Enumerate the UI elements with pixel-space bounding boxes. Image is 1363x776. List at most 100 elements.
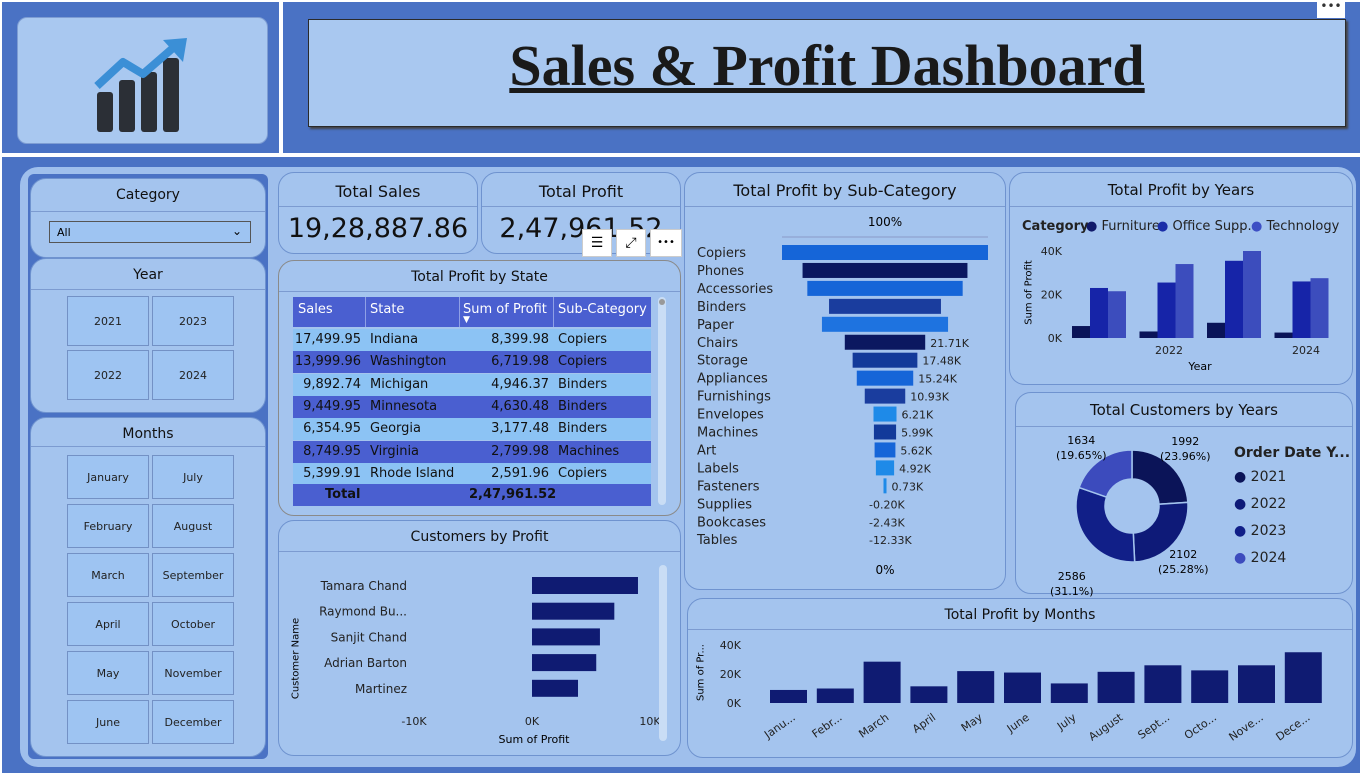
months-card: Total Profit by Months 40K 20K 0K Janu... Fe… [687,598,1353,758]
funnel-bar[interactable] [844,334,926,350]
category-slicer: Category All ⌄ [30,178,266,258]
years-bar[interactable] [1243,251,1261,338]
months-bar[interactable] [1191,670,1229,703]
donut-legend-item[interactable]: ● 2024 [1234,550,1286,566]
cell-state: Michigan [370,376,429,392]
months-bar[interactable] [770,689,807,703]
years-bar[interactable] [1175,264,1194,338]
month-april-button[interactable]: April [67,602,149,646]
month-october-button[interactable]: October [152,602,234,646]
donut-legend-item[interactable]: ● 2021 [1234,469,1286,485]
subcategory-label: Storage [697,354,748,369]
funnel-bar[interactable] [782,245,988,260]
years-bar[interactable] [1274,332,1293,338]
state-table-card: Total Profit by State Sales State Sum of… [278,260,681,516]
funnel-data-label: 6.21K [902,409,934,422]
months-bar[interactable] [1050,683,1088,703]
customers-scrollbar[interactable] [659,565,667,741]
months-bar[interactable] [1238,665,1275,703]
donut-label-2022: 2102 (25.28%) [1158,548,1209,576]
table-row[interactable]: 5,399.91 Rhode Island 2,591.96 Copiers [293,462,651,485]
months-bar[interactable] [957,671,995,703]
customer-bar[interactable] [532,577,638,594]
table-row[interactable]: 13,999.96 Washington 6,719.98 Copiers [293,351,651,374]
customer-bar[interactable] [532,602,615,620]
filter-icon[interactable]: ☰ [582,229,612,257]
cell-profit: 2,591.96 [491,465,549,481]
month-june-button[interactable]: June [67,700,149,744]
month-november-button[interactable]: November [152,651,234,695]
years-bar[interactable] [1139,331,1158,338]
funnel-bar[interactable] [873,406,897,422]
funnel-bar[interactable] [829,298,941,314]
funnel-bar[interactable] [807,280,963,296]
more-options-icon[interactable]: ••• [650,229,682,257]
months-x-tick: August [1086,710,1126,743]
month-december-button[interactable]: December [152,700,234,744]
months-bar[interactable] [1004,672,1041,703]
funnel-bar[interactable] [821,316,949,332]
years-bar[interactable] [1207,322,1225,338]
col-sub-category[interactable]: Sub-Category [558,302,647,317]
funnel-data-label: 5.99K [901,427,933,440]
months-bar[interactable] [863,661,901,703]
year-2023-button[interactable]: 2023 [152,296,234,346]
months-bar[interactable] [910,686,948,703]
funnel-bar[interactable] [802,262,968,278]
months-bar[interactable] [1144,665,1182,703]
funnel-bar[interactable] [864,388,906,404]
customers-profit-card: Customers by Profit Tamara Chand Raymond … [278,520,681,756]
col-sales[interactable]: Sales [298,302,333,317]
year-2022-button[interactable]: 2022 [67,350,149,400]
months-chart: 40K 20K 0K Janu... Febr... March April May June J… [720,639,1322,744]
month-february-button[interactable]: February [67,504,149,548]
years-bar[interactable] [1310,278,1329,338]
customer-x-tick: 0K [525,715,540,728]
focus-mode-icon[interactable]: ⤢ [616,229,646,257]
months-bar[interactable] [1284,652,1322,703]
table-row[interactable]: 6,354.95 Georgia 3,177.48 Binders [293,418,651,441]
months-bar[interactable] [816,688,854,704]
years-bar[interactable] [1072,326,1090,338]
funnel-bar[interactable] [883,478,887,494]
donut-slice[interactable] [1075,486,1136,563]
years-bar[interactable] [1292,281,1311,338]
years-bar[interactable] [1090,287,1108,338]
funnel-data-label: -12.33K [869,534,912,547]
customer-bar[interactable] [532,654,597,672]
table-scrollbar[interactable] [658,297,666,505]
years-bar[interactable] [1108,291,1126,338]
cell-state: Rhode Island [370,465,455,481]
table-row[interactable]: 9,449.95 Minnesota 4,630.48 Binders [293,395,651,418]
month-september-button[interactable]: September [152,553,234,597]
funnel-bar[interactable] [856,370,914,386]
table-row[interactable]: 9,892.74 Michigan 4,946.37 Binders [293,373,651,396]
months-bar[interactable] [1097,671,1135,703]
category-dropdown[interactable]: All ⌄ [49,221,251,243]
funnel-bar[interactable] [852,352,918,368]
customer-bar[interactable] [532,679,579,697]
col-state[interactable]: State [370,302,404,317]
funnel-bar[interactable] [874,442,896,458]
months-slicer-title: Months [122,426,174,442]
year-2024-button[interactable]: 2024 [152,350,234,400]
year-2021-button[interactable]: 2021 [67,296,149,346]
col-sum-of-profit[interactable]: Sum of Profit [463,302,547,317]
table-row[interactable]: 8,749.95 Virginia 2,799.98 Machines [293,440,651,463]
month-july-button[interactable]: July [152,455,234,499]
donut-legend-item[interactable]: ● 2022 [1234,496,1286,512]
table-row[interactable]: 17,499.95 Indiana 8,399.98 Copiers [293,329,651,351]
funnel-bar[interactable] [875,460,895,476]
state-table-title: Total Profit by State [411,269,548,285]
month-august-button[interactable]: August [152,504,234,548]
months-ylabel: Sum of Pr... [695,644,707,702]
donut-legend-item[interactable]: ● 2023 [1234,523,1286,539]
funnel-bar[interactable] [873,424,897,440]
years-bar[interactable] [1157,282,1176,338]
month-march-button[interactable]: March [67,553,149,597]
more-options-icon[interactable]: ••• [1317,0,1345,18]
month-january-button[interactable]: January [67,455,149,499]
years-bar[interactable] [1225,260,1243,338]
customer-bar[interactable] [532,628,600,646]
month-may-button[interactable]: May [67,651,149,695]
